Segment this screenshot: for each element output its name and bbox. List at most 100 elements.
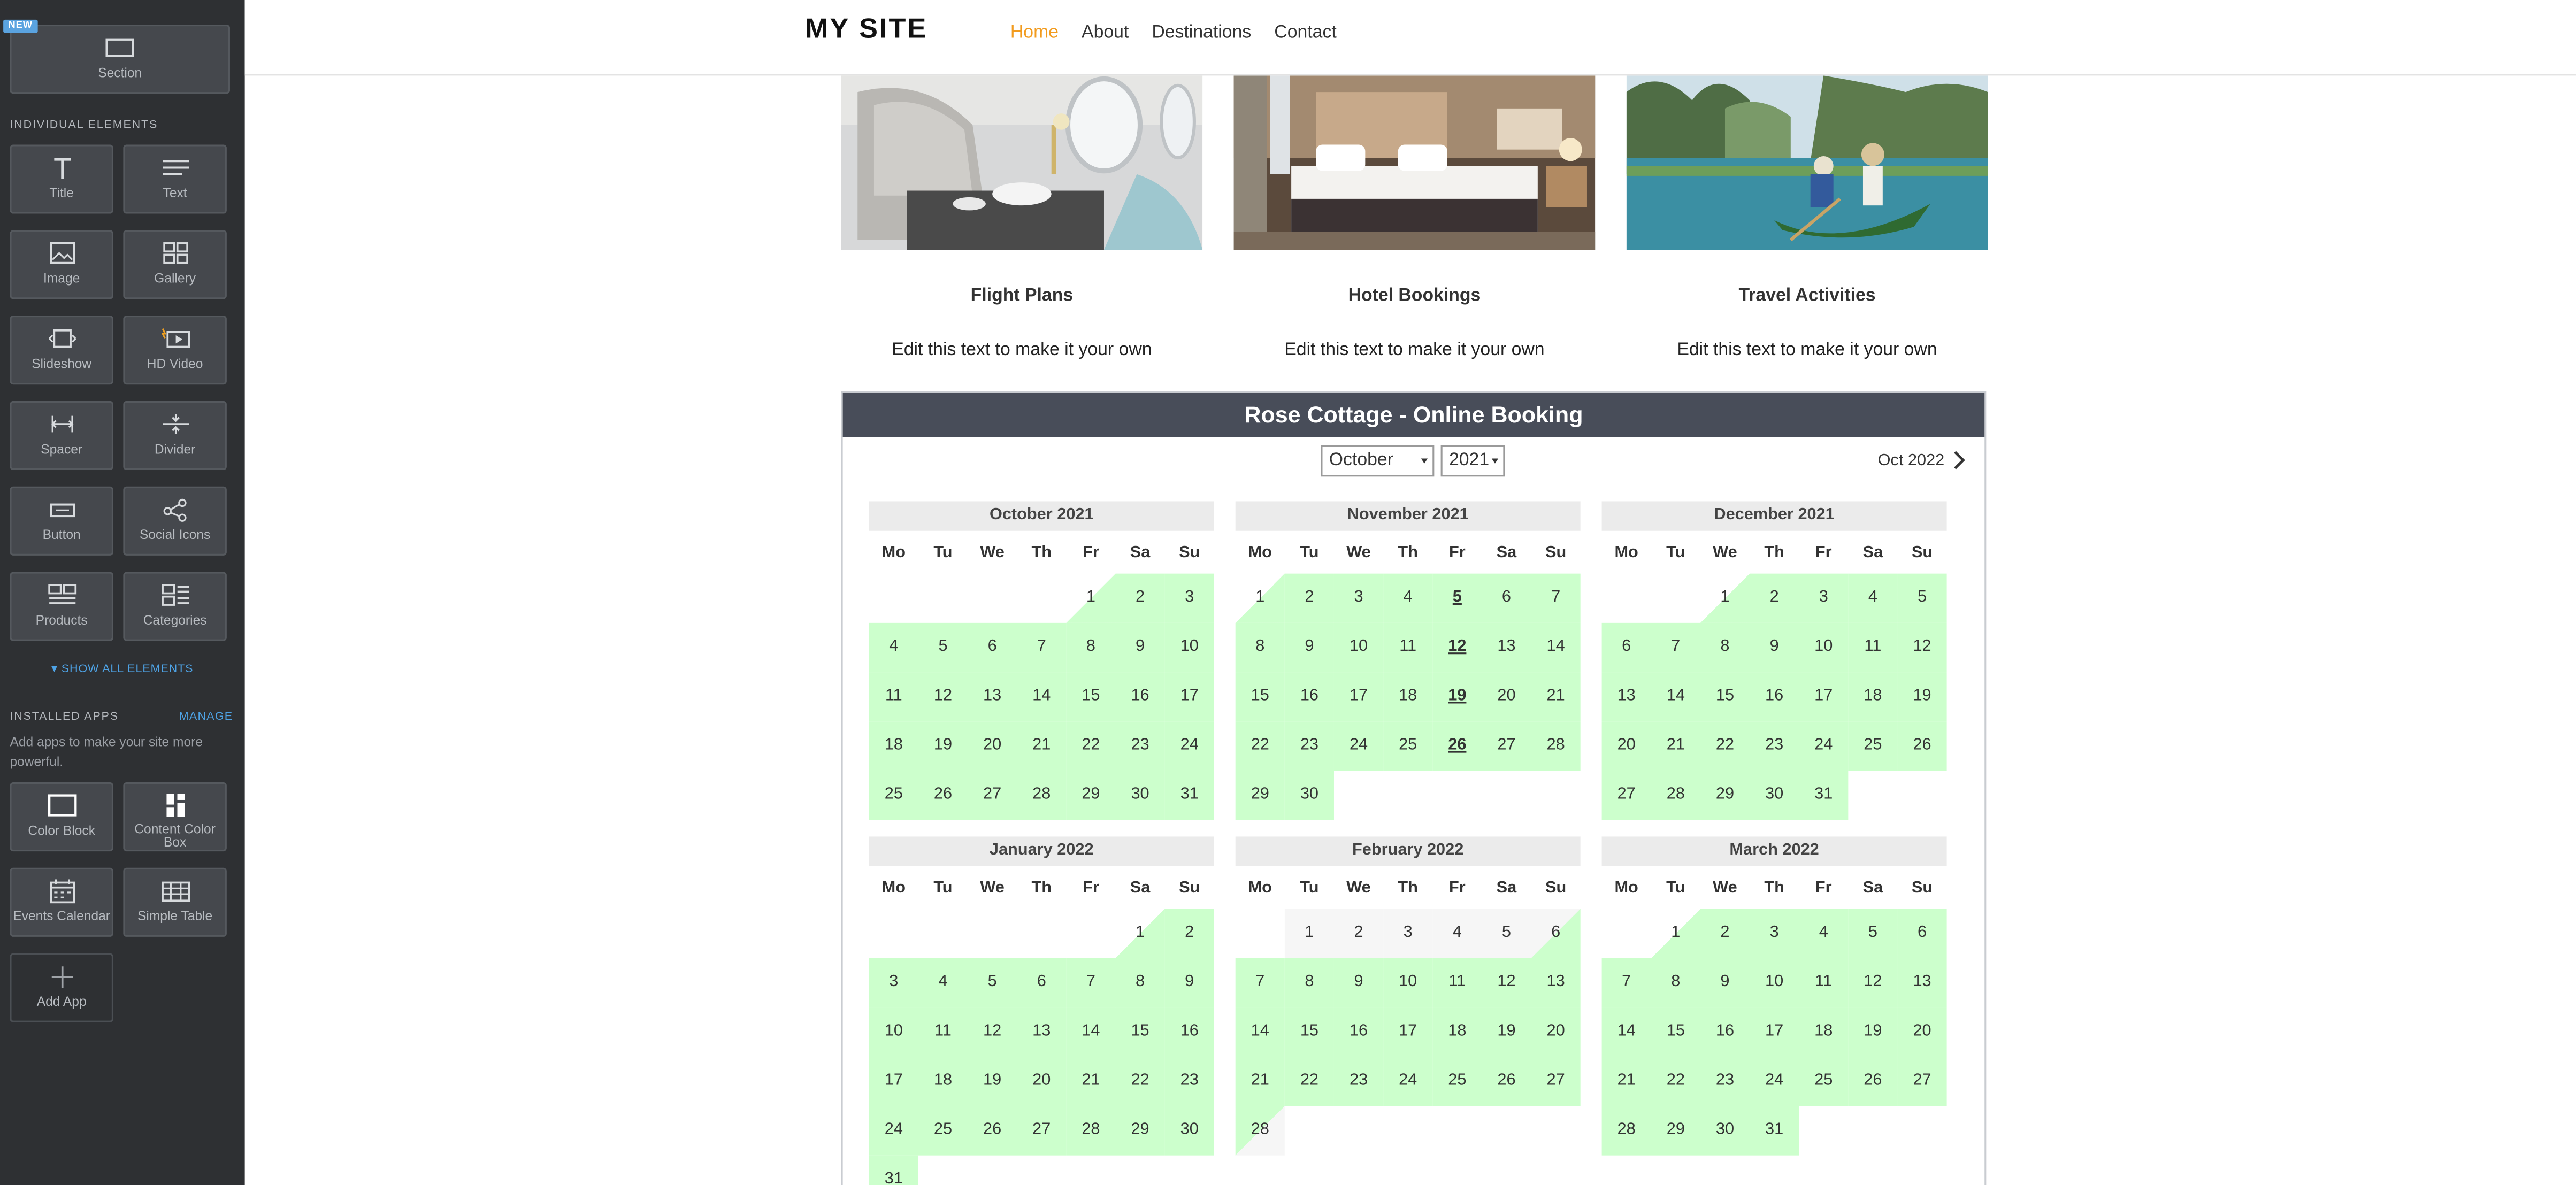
- calendar-day[interactable]: 17: [1750, 1007, 1799, 1057]
- calendar-day[interactable]: 27: [1482, 721, 1531, 771]
- calendar-day[interactable]: 31: [869, 1155, 918, 1185]
- calendar-day[interactable]: 15: [1235, 672, 1285, 722]
- calendar-day[interactable]: 20: [1017, 1057, 1067, 1106]
- calendar-day[interactable]: 19: [1482, 1007, 1531, 1057]
- calendar-day[interactable]: 20: [1482, 672, 1531, 722]
- nav-about[interactable]: About: [1082, 23, 1129, 43]
- calendar-day[interactable]: 6: [968, 622, 1017, 673]
- tile-categories[interactable]: Categories: [123, 572, 227, 641]
- feature-text-travel[interactable]: Edit this text to make it your own: [1627, 340, 1988, 360]
- calendar-day[interactable]: 7: [1531, 573, 1581, 623]
- calendar-day[interactable]: 3: [1383, 909, 1433, 958]
- calendar-day[interactable]: 23: [1115, 721, 1165, 771]
- calendar-day[interactable]: 7: [1066, 958, 1116, 1008]
- calendar-day[interactable]: 31: [1799, 771, 1849, 820]
- calendar-day[interactable]: 17: [869, 1057, 918, 1106]
- calendar-day[interactable]: 10: [1164, 622, 1214, 673]
- calendar-day[interactable]: 18: [1799, 1007, 1849, 1057]
- calendar-day[interactable]: 6: [1482, 573, 1531, 623]
- calendar-day[interactable]: 28: [1601, 1106, 1651, 1156]
- calendar-day[interactable]: 4: [1848, 573, 1898, 623]
- calendar-day[interactable]: 30: [1115, 771, 1165, 820]
- calendar-day[interactable]: 23: [1164, 1057, 1214, 1106]
- calendar-day[interactable]: 13: [1897, 958, 1947, 1008]
- calendar-day[interactable]: 15: [1115, 1007, 1165, 1057]
- calendar-day[interactable]: 9: [1284, 622, 1334, 673]
- calendar-day[interactable]: 26: [1432, 721, 1482, 771]
- tile-image[interactable]: Image: [10, 230, 113, 299]
- calendar-day[interactable]: 5: [918, 622, 968, 673]
- calendar-day[interactable]: 19: [1432, 672, 1482, 722]
- calendar-day[interactable]: 13: [1017, 1007, 1067, 1057]
- calendar-day[interactable]: 23: [1333, 1057, 1384, 1106]
- calendar-day[interactable]: 11: [918, 1007, 968, 1057]
- calendar-day[interactable]: 13: [1482, 622, 1531, 673]
- calendar-day[interactable]: 7: [1017, 622, 1067, 673]
- tile-text[interactable]: Text: [123, 144, 227, 214]
- calendar-day[interactable]: 7: [1601, 958, 1651, 1008]
- calendar-day[interactable]: 18: [869, 721, 918, 771]
- calendar-day[interactable]: 28: [1235, 1106, 1285, 1156]
- calendar-day[interactable]: 14: [1066, 1007, 1116, 1057]
- calendar-day[interactable]: 23: [1284, 721, 1334, 771]
- calendar-day[interactable]: 26: [1848, 1057, 1898, 1106]
- tile-divider[interactable]: Divider: [123, 401, 227, 471]
- calendar-day[interactable]: 25: [1848, 721, 1898, 771]
- calendar-day[interactable]: 8: [1066, 622, 1116, 673]
- calendar-day[interactable]: 10: [1333, 622, 1384, 673]
- calendar-day[interactable]: 27: [1017, 1106, 1067, 1156]
- calendar-day[interactable]: 1: [1235, 573, 1285, 623]
- calendar-day[interactable]: 24: [1164, 721, 1214, 771]
- feature-text-hotel[interactable]: Edit this text to make it your own: [1234, 340, 1596, 360]
- calendar-day[interactable]: 22: [1651, 1057, 1700, 1106]
- tile-social-icons[interactable]: Social Icons: [123, 486, 227, 556]
- calendar-day[interactable]: 15: [1651, 1007, 1700, 1057]
- calendar-day[interactable]: 12: [968, 1007, 1017, 1057]
- tile-hd-video[interactable]: HD Video: [123, 316, 227, 385]
- tile-events-calendar[interactable]: Events Calendar: [10, 867, 113, 937]
- calendar-day[interactable]: 2: [1164, 909, 1214, 958]
- calendar-day[interactable]: 10: [1799, 622, 1849, 673]
- calendar-day[interactable]: 17: [1799, 672, 1849, 722]
- calendar-day[interactable]: 6: [1531, 909, 1581, 958]
- calendar-day[interactable]: 26: [1897, 721, 1947, 771]
- tile-simple-table[interactable]: Simple Table: [123, 867, 227, 937]
- calendar-day[interactable]: 21: [1601, 1057, 1651, 1106]
- calendar-day[interactable]: 5: [968, 958, 1017, 1008]
- calendar-day[interactable]: 12: [918, 672, 968, 722]
- calendar-day[interactable]: 4: [1799, 909, 1849, 958]
- calendar-day[interactable]: 6: [1897, 909, 1947, 958]
- nav-destinations[interactable]: Destinations: [1152, 23, 1251, 43]
- calendar-day[interactable]: 19: [968, 1057, 1017, 1106]
- calendar-day[interactable]: 12: [1897, 622, 1947, 673]
- calendar-day[interactable]: 17: [1383, 1007, 1433, 1057]
- calendar-day[interactable]: 5: [1482, 909, 1531, 958]
- calendar-day[interactable]: 22: [1235, 721, 1285, 771]
- calendar-day[interactable]: 25: [918, 1106, 968, 1156]
- calendar-day[interactable]: 13: [968, 672, 1017, 722]
- calendar-day[interactable]: 18: [918, 1057, 968, 1106]
- calendar-day[interactable]: 8: [1700, 622, 1750, 673]
- calendar-day[interactable]: 11: [1848, 622, 1898, 673]
- calendar-day[interactable]: 16: [1164, 1007, 1214, 1057]
- calendar-day[interactable]: 26: [918, 771, 968, 820]
- calendar-day[interactable]: 4: [1383, 573, 1433, 623]
- calendar-day[interactable]: 20: [968, 721, 1017, 771]
- calendar-day[interactable]: 5: [1897, 573, 1947, 623]
- calendar-day[interactable]: 16: [1750, 672, 1799, 722]
- calendar-day[interactable]: 7: [1235, 958, 1285, 1008]
- calendar-day[interactable]: 8: [1115, 958, 1165, 1008]
- calendar-day[interactable]: 12: [1432, 622, 1482, 673]
- calendar-day[interactable]: 10: [1383, 958, 1433, 1008]
- calendar-day[interactable]: 11: [1799, 958, 1849, 1008]
- calendar-day[interactable]: 5: [1432, 573, 1482, 623]
- calendar-day[interactable]: 29: [1235, 771, 1285, 820]
- calendar-day[interactable]: 11: [1432, 958, 1482, 1008]
- calendar-day[interactable]: 30: [1750, 771, 1799, 820]
- calendar-day[interactable]: 30: [1164, 1106, 1214, 1156]
- calendar-day[interactable]: 29: [1115, 1106, 1165, 1156]
- section-tile[interactable]: Section: [10, 25, 230, 94]
- calendar-day[interactable]: 23: [1750, 721, 1799, 771]
- tile-button[interactable]: Button: [10, 486, 113, 556]
- show-all-elements-link[interactable]: ▾ SHOW ALL ELEMENTS: [0, 663, 245, 676]
